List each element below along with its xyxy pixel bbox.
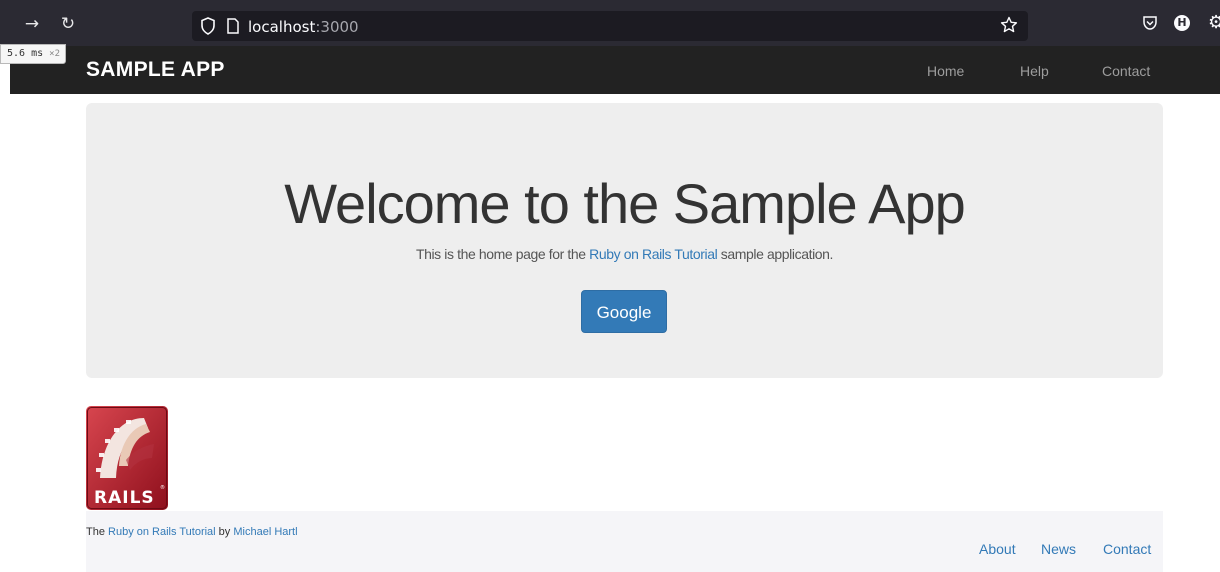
- footer-about-link[interactable]: About: [979, 541, 1016, 557]
- url-port: :3000: [315, 18, 359, 36]
- footer-text-the: The: [86, 526, 109, 538]
- address-bar[interactable]: localhost:3000: [192, 11, 1028, 41]
- app-navbar: SAMPLE APP Home Help Contact: [10, 46, 1220, 94]
- bookmark-star-icon[interactable]: [1000, 16, 1018, 34]
- footer-tutorial-link[interactable]: Ruby on Rails Tutorial: [108, 526, 216, 538]
- footer-credit: The Ruby on Rails Tutorial by Michael Ha…: [86, 526, 298, 538]
- page-title: Welcome to the Sample App: [284, 172, 966, 235]
- nav-help-link[interactable]: Help: [1020, 63, 1049, 79]
- timing-badge[interactable]: 5.6 ms ×2: [0, 44, 67, 64]
- svg-text:®: ®: [160, 484, 165, 491]
- timing-value: 5.6: [7, 48, 26, 59]
- footer-contact-link[interactable]: Contact: [1103, 541, 1151, 557]
- url-text[interactable]: localhost:3000: [248, 18, 359, 36]
- rails-logo-text: RAILS: [94, 488, 155, 508]
- browser-toolbar: → ↻ localhost:3000 H ⚙: [0, 0, 1220, 46]
- footer-text-by: by: [215, 526, 234, 538]
- google-button[interactable]: Google: [581, 290, 667, 333]
- shield-icon[interactable]: [200, 17, 216, 35]
- nav-home-link[interactable]: Home: [927, 63, 964, 79]
- description-text-before: This is the home page for the: [415, 246, 590, 262]
- page-icon: [227, 18, 239, 34]
- jumbotron: Welcome to the Sample App This is the ho…: [86, 103, 1163, 378]
- extensions-icon[interactable]: ⚙: [1208, 12, 1220, 33]
- footer: The Ruby on Rails Tutorial by Michael Ha…: [86, 511, 1163, 572]
- timing-multiplier: ×2: [49, 49, 61, 59]
- url-host: localhost: [248, 18, 316, 36]
- jumbotron-description: This is the home page for the Ruby on Ra…: [86, 246, 1163, 262]
- account-avatar-icon[interactable]: H: [1174, 15, 1190, 31]
- reload-icon[interactable]: ↻: [58, 14, 78, 34]
- rails-logo[interactable]: RAILS ®: [86, 406, 168, 510]
- nav-contact-link[interactable]: Contact: [1102, 63, 1150, 79]
- timing-unit: ms: [31, 48, 44, 59]
- description-text-after: sample application.: [717, 246, 834, 262]
- pocket-icon[interactable]: [1142, 15, 1158, 31]
- forward-icon[interactable]: →: [22, 14, 42, 34]
- rails-tutorial-link[interactable]: Ruby on Rails Tutorial: [589, 246, 718, 262]
- footer-author-link[interactable]: Michael Hartl: [233, 526, 297, 538]
- logo[interactable]: SAMPLE APP: [86, 58, 225, 82]
- footer-news-link[interactable]: News: [1041, 541, 1076, 557]
